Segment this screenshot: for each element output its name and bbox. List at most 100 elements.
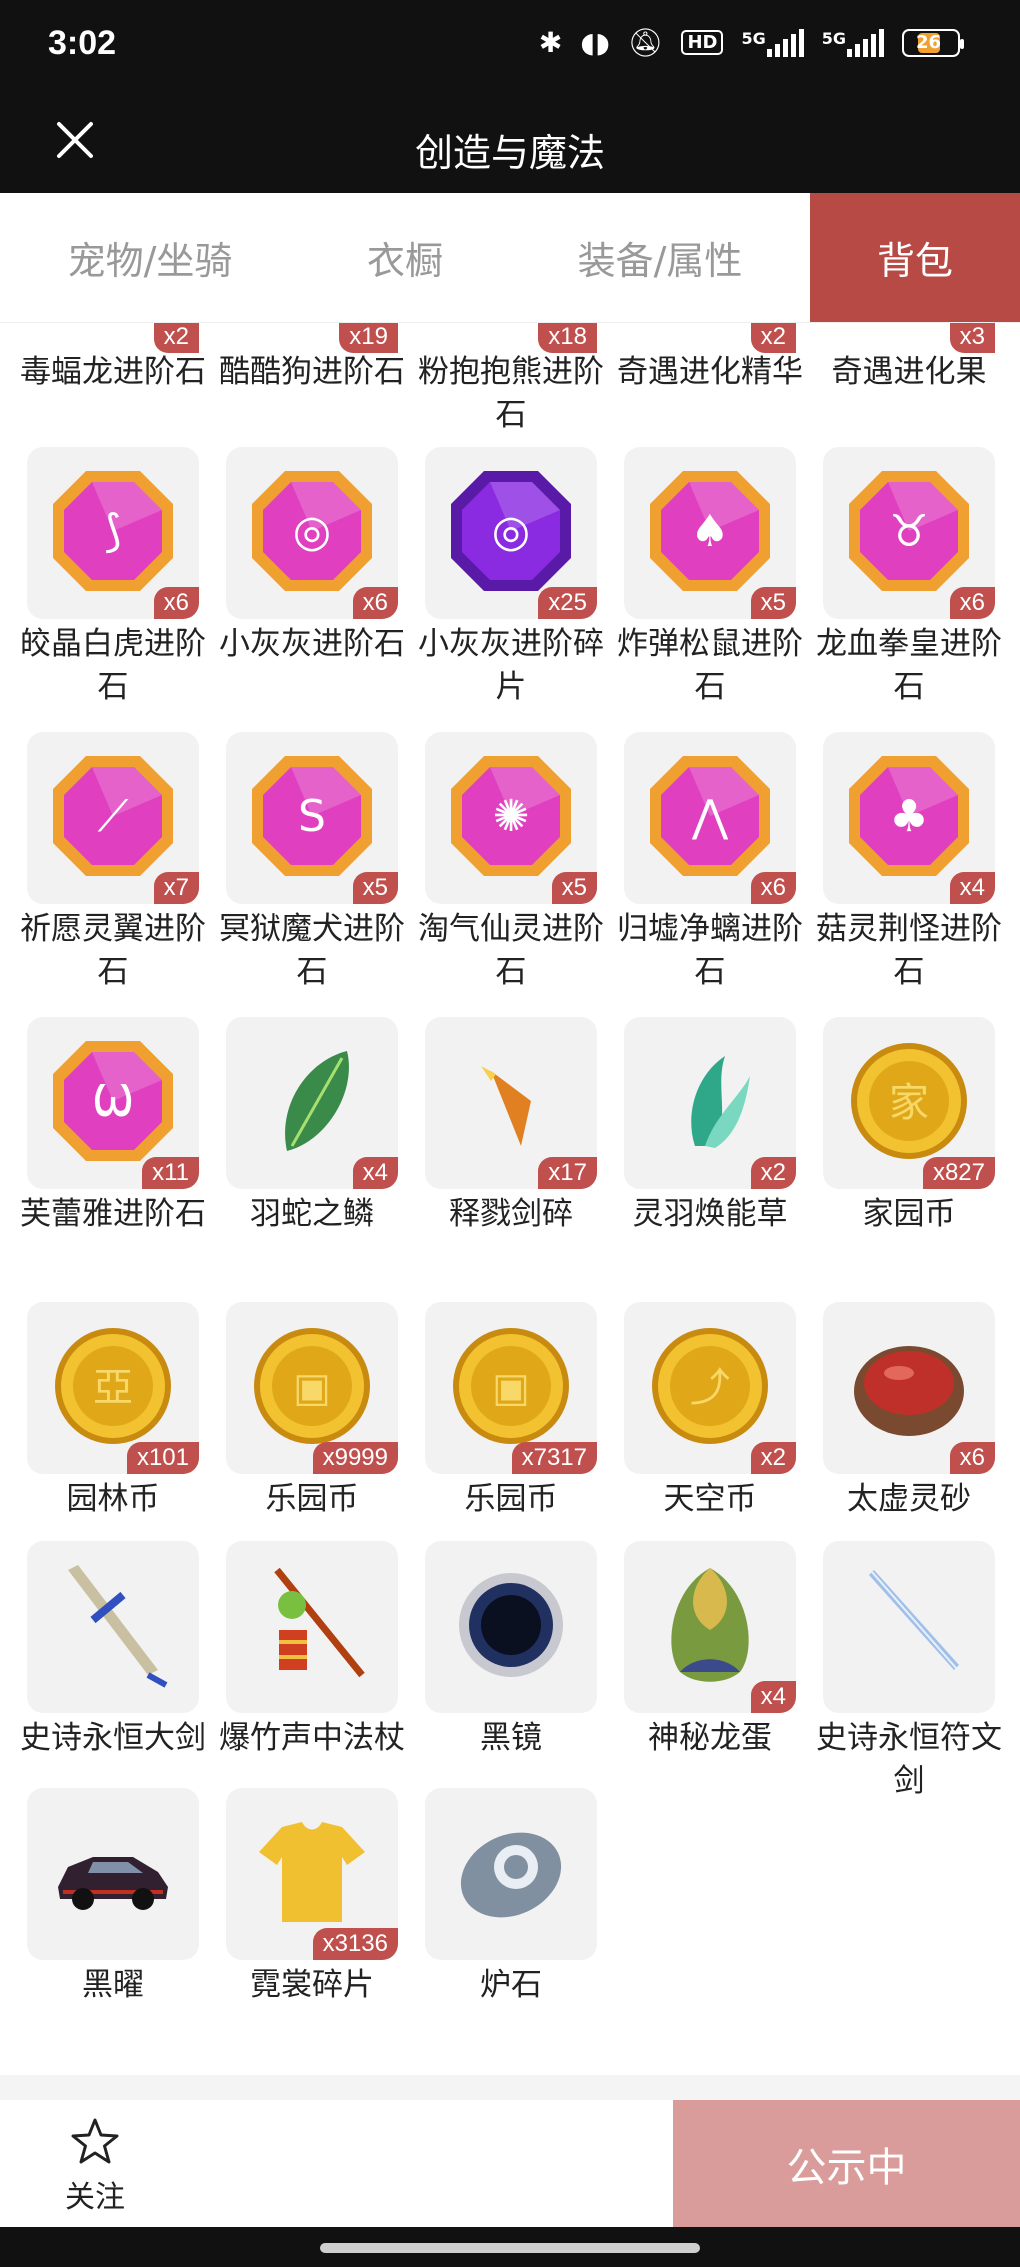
item-thumbnail: Ѡ x11 — [27, 1017, 199, 1189]
item-name: 冥狱魔犬进阶石 — [219, 911, 405, 990]
item-thumbnail — [823, 1541, 995, 1713]
item-count-badge: x5 — [750, 587, 796, 619]
item-count-badge: x2 — [750, 323, 796, 353]
inventory-item[interactable]: ◎ x6 小灰灰进阶石 — [219, 447, 405, 666]
divider — [0, 2075, 1020, 2100]
inventory-item[interactable]: 家 x827 家园币 — [823, 1017, 995, 1236]
home-indicator[interactable] — [320, 2243, 700, 2253]
item-name: 归墟净螭进阶石 — [617, 911, 803, 990]
inventory-item[interactable]: x19 酷酷狗进阶石 — [219, 323, 405, 394]
inventory-item[interactable]: 黑曜 — [27, 1788, 199, 2007]
fang-gem-icon: ⟆ — [48, 466, 178, 600]
item-thumbnail: S x5 — [226, 732, 398, 904]
dragon-gem-icon: ⋀ — [645, 751, 775, 885]
item-name: 太虚灵砂 — [847, 1481, 971, 1517]
inventory-item[interactable]: x18 粉抱抱熊进阶石 — [418, 323, 604, 437]
tab-equipment-attributes[interactable]: 装备/属性 — [510, 193, 810, 322]
bluetooth-icon: ✱ — [538, 26, 563, 59]
tab-wardrobe[interactable]: 衣橱 — [300, 193, 510, 322]
item-thumbnail — [425, 1788, 597, 1960]
item-thumbnail: 亞 x101 — [27, 1302, 199, 1474]
item-count-badge: x3 — [949, 323, 995, 353]
tab-backpack[interactable]: 背包 — [810, 193, 1020, 322]
item-count-badge: x5 — [551, 872, 597, 904]
svg-text:⟋: ⟋ — [98, 791, 129, 842]
acorn-gem-icon: ♠ — [645, 466, 775, 600]
inventory-item[interactable]: ♣ x4 菇灵荆怪进阶石 — [816, 732, 1002, 994]
svg-text:♣: ♣ — [889, 791, 928, 842]
item-count-badge: x827 — [922, 1157, 995, 1189]
item-name: 天空币 — [663, 1481, 757, 1517]
svg-text:♠: ♠ — [690, 506, 729, 557]
inventory-item[interactable]: ✺ x5 淘气仙灵进阶石 — [418, 732, 604, 994]
item-thumbnail: ◎ x25 — [425, 447, 597, 619]
inventory-item[interactable]: x17 释戮剑碎 — [425, 1017, 597, 1236]
inventory-item[interactable]: x2 奇遇进化精华 — [617, 323, 803, 394]
inventory-item[interactable]: 史诗永恒符文剑 — [816, 1541, 1002, 1803]
inventory-item[interactable]: S x5 冥狱魔犬进阶石 — [219, 732, 405, 994]
item-count-badge: x101 — [126, 1442, 199, 1474]
publish-status-button[interactable]: 公示中 — [673, 2100, 1020, 2227]
svg-text:▣: ▣ — [293, 1365, 331, 1411]
item-thumbnail — [226, 1541, 398, 1713]
bottom-bar: 关注 公示中 — [0, 2100, 1020, 2227]
inventory-grid: x2 毒蝠龙进阶石 x19 酷酷狗进阶石 x18 粉抱抱熊进阶石 x2 奇遇进化… — [0, 323, 1020, 2073]
item-thumbnail — [27, 1541, 199, 1713]
item-name: 小灰灰进阶碎片 — [418, 626, 604, 705]
item-name: 神秘龙蛋 — [648, 1720, 772, 1756]
inventory-item[interactable]: ▣ x7317 乐园币 — [425, 1302, 597, 1521]
item-thumbnail: x4 — [624, 1541, 796, 1713]
item-thumbnail: x2 — [624, 1017, 796, 1189]
inventory-item[interactable]: 炉石 — [425, 1788, 597, 2007]
inventory-item[interactable]: x4 羽蛇之鳞 — [226, 1017, 398, 1236]
item-count-badge: x11 — [142, 1157, 199, 1189]
item-count-badge: x5 — [352, 872, 398, 904]
inventory-item[interactable]: 史诗永恒大剑 — [20, 1541, 206, 1760]
garden-coin-icon: 亞 — [48, 1321, 178, 1455]
inventory-item[interactable]: ⟆ x6 皎晶白虎进阶石 — [20, 447, 206, 709]
item-count-badge: x6 — [352, 587, 398, 619]
item-thumbnail: ♠ x5 — [624, 447, 796, 619]
item-name: 菇灵荆怪进阶石 — [816, 911, 1002, 990]
item-thumbnail: ♣ x4 — [823, 732, 995, 904]
item-thumbnail: 家 x827 — [823, 1017, 995, 1189]
system-nav-bar — [0, 2227, 1020, 2267]
rune-sword-icon — [844, 1560, 974, 1694]
tab-pets-mounts[interactable]: 宠物/坐骑 — [0, 193, 300, 322]
inventory-item[interactable]: 亞 x101 园林币 — [27, 1302, 199, 1521]
item-name: 奇遇进化精华 — [617, 354, 803, 390]
home-coin-icon: 家 — [844, 1036, 974, 1170]
inventory-item[interactable]: x3 奇遇进化果 — [823, 323, 995, 394]
tab-bar: 宠物/坐骑 衣橱 装备/属性 背包 — [0, 193, 1020, 323]
inventory-item[interactable]: ⤴ x2 天空币 — [624, 1302, 796, 1521]
inventory-item[interactable]: x4 神秘龙蛋 — [624, 1541, 796, 1760]
inventory-item[interactable]: ⋀ x6 归墟净螭进阶石 — [617, 732, 803, 994]
item-name: 家园币 — [862, 1196, 956, 1232]
star-icon — [71, 2118, 119, 2164]
svg-text:家: 家 — [889, 1080, 929, 1126]
item-name: 祈愿灵翼进阶石 — [20, 911, 206, 990]
battery-icon: 26 — [902, 28, 964, 57]
inventory-item[interactable]: x3136 霓裳碎片 — [226, 1788, 398, 2007]
item-name: 芙蕾雅进阶石 — [20, 1196, 206, 1232]
item-name: 黑镜 — [480, 1720, 542, 1756]
follow-button[interactable]: 关注 — [50, 2116, 140, 2216]
inventory-item[interactable]: ♠ x5 炸弹松鼠进阶石 — [617, 447, 803, 709]
inventory-item[interactable]: ▣ x9999 乐园币 — [226, 1302, 398, 1521]
black-car-icon — [48, 1807, 178, 1941]
item-count-badge: x2 — [153, 323, 199, 353]
inventory-item[interactable]: ⟋ x7 祈愿灵翼进阶石 — [20, 732, 206, 994]
inventory-item[interactable]: x6 太虚灵砂 — [823, 1302, 995, 1521]
inventory-item[interactable]: ◎ x25 小灰灰进阶碎片 — [418, 447, 604, 709]
inventory-item[interactable]: ♉ x6 龙血拳皇进阶石 — [816, 447, 1002, 709]
inventory-item[interactable]: 黑镜 — [425, 1541, 597, 1760]
item-count-badge: x4 — [949, 872, 995, 904]
item-name: 皎晶白虎进阶石 — [20, 626, 206, 705]
inventory-item[interactable]: x2 灵羽焕能草 — [624, 1017, 796, 1236]
svg-text:S: S — [298, 791, 326, 842]
inventory-item[interactable]: Ѡ x11 芙蕾雅进阶石 — [20, 1017, 206, 1236]
inventory-item[interactable]: 爆竹声中法杖 — [219, 1541, 405, 1760]
item-name: 黑曜 — [82, 1967, 144, 2003]
green-scale-icon — [247, 1036, 377, 1170]
inventory-item[interactable]: x2 毒蝠龙进阶石 — [20, 323, 206, 394]
